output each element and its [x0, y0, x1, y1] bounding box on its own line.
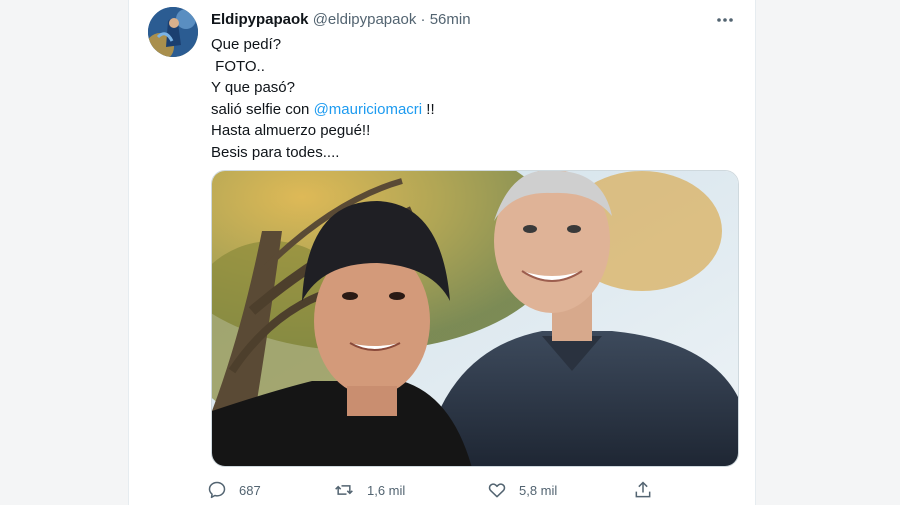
- like-button[interactable]: 5,8 mil: [487, 476, 557, 504]
- mention-suffix: !!: [422, 100, 435, 118]
- tweet-actions: 687 1,6 mil 5,8 mil: [207, 476, 677, 504]
- tweet-line: Que pedí?: [211, 36, 282, 53]
- tweet-text: Que pedí? FOTO.. Y que pasó? salió selfi…: [211, 34, 731, 163]
- mention-link[interactable]: @mauriciomacri: [314, 101, 423, 118]
- retweet-count: 1,6 mil: [367, 482, 406, 498]
- reply-button[interactable]: 687: [207, 476, 261, 504]
- share-button[interactable]: [633, 476, 653, 504]
- tweet-line-mention: salió selfie con @mauriciomacri !!: [211, 99, 731, 121]
- retweet-button[interactable]: 1,6 mil: [333, 476, 405, 504]
- separator-dot: ·: [420, 11, 426, 28]
- heart-icon: [488, 483, 506, 498]
- display-name[interactable]: Eldipypapaok: [211, 11, 309, 28]
- more-horizontal-icon: [717, 18, 733, 22]
- mention-prefix: salió selfie con: [211, 100, 314, 118]
- tweet-line: FOTO..: [211, 57, 265, 75]
- tweet-card[interactable]: Eldipypapaok @eldipypapaok · 56min Que p…: [128, 0, 756, 505]
- reply-count: 687: [239, 482, 261, 498]
- tweet-photo[interactable]: [211, 170, 739, 467]
- retweet-icon: [335, 485, 353, 495]
- more-options-button[interactable]: [713, 8, 737, 32]
- tweet-line: Besis para todes....: [211, 143, 340, 161]
- timestamp[interactable]: 56min: [430, 11, 471, 28]
- reply-icon: [208, 481, 226, 499]
- avatar[interactable]: [148, 7, 198, 57]
- selfie-photo: [212, 171, 738, 466]
- tweet-line: Y que pasó?: [211, 79, 295, 96]
- avatar-image: [148, 7, 198, 57]
- tweet-header: Eldipypapaok @eldipypapaok · 56min: [211, 10, 471, 30]
- page: Eldipypapaok @eldipypapaok · 56min Que p…: [0, 0, 900, 505]
- like-count: 5,8 mil: [519, 482, 558, 498]
- share-icon: [635, 481, 651, 498]
- tweet-line: Hasta almuerzo pegué!!: [211, 122, 371, 139]
- user-handle[interactable]: @eldipypapaok: [313, 11, 417, 28]
